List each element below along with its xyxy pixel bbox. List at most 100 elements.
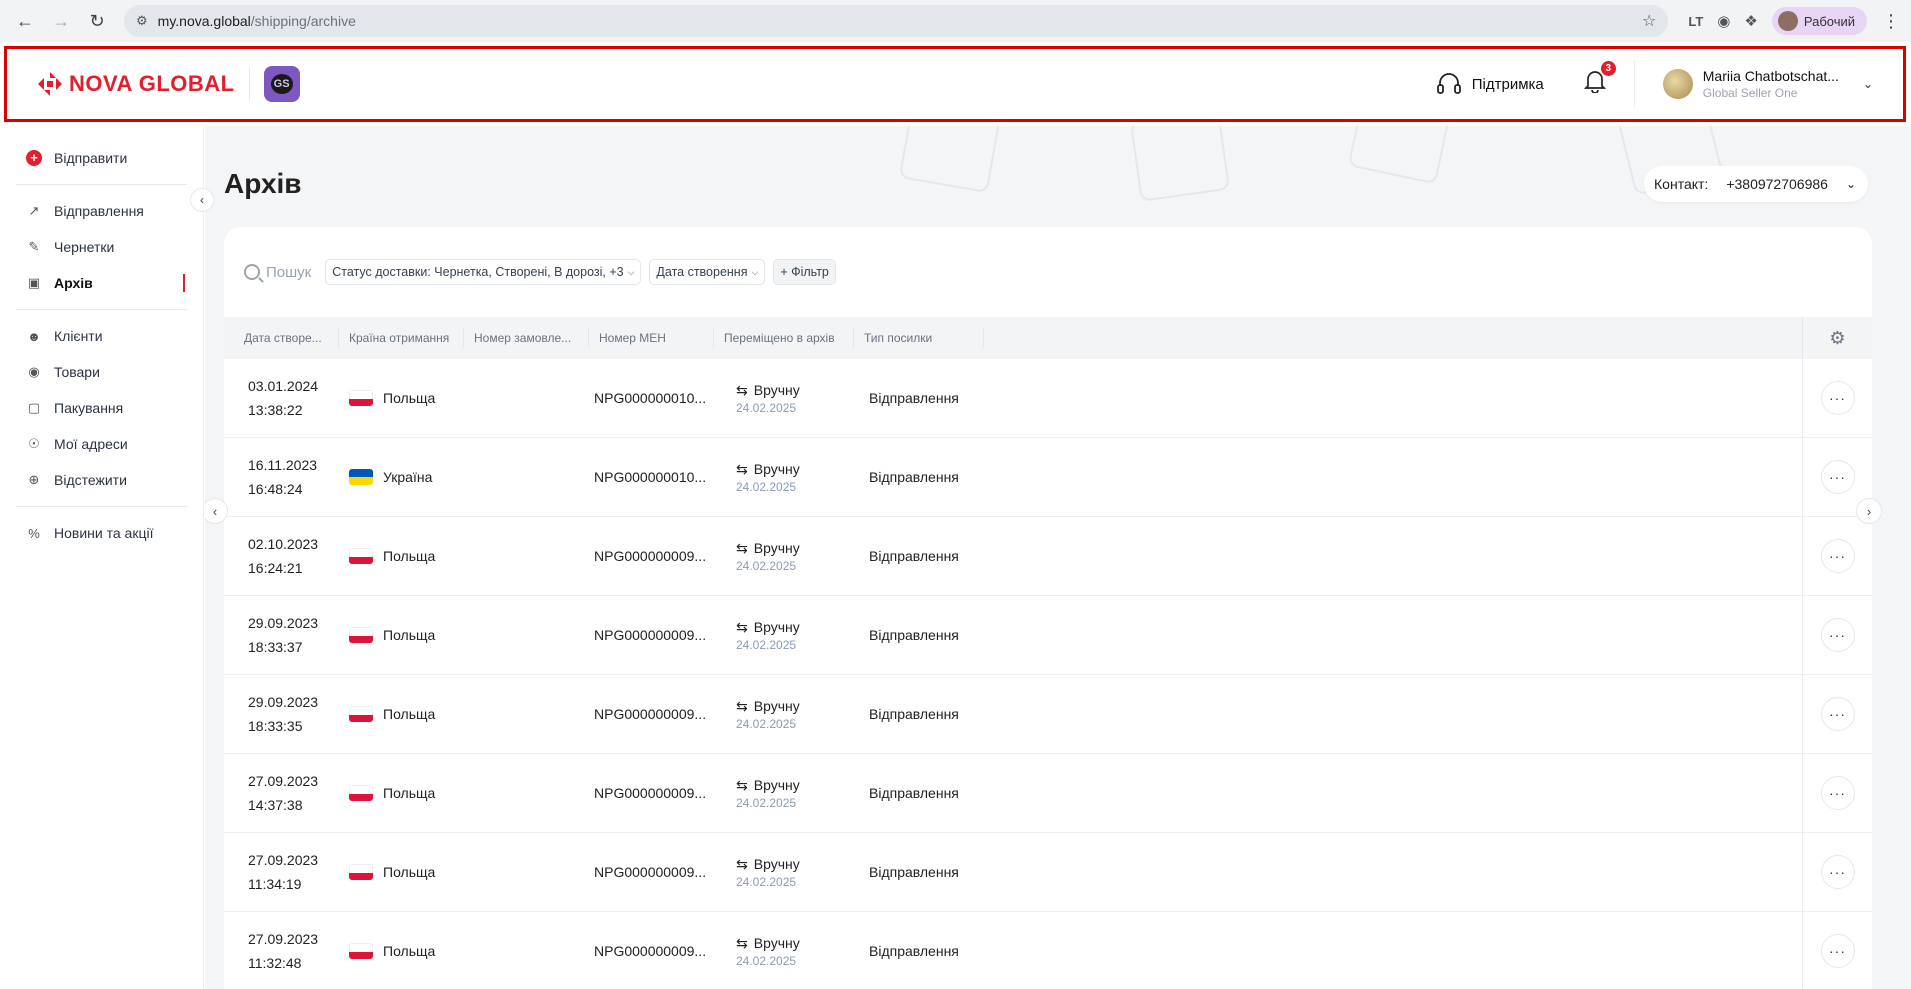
table-row[interactable]: 02.10.2023 16:24:21 Польща NPG000000009... ⇆…	[224, 517, 1872, 596]
sidebar-item-drafts[interactable]: ✎ Чернетки	[0, 229, 203, 265]
user-menu[interactable]: Mariia Chatbotschat... Global Seller One…	[1662, 68, 1873, 100]
browser-menu-icon[interactable]: ⋮	[1881, 11, 1901, 32]
search-placeholder: Пошук	[266, 263, 312, 281]
cell-country: Польща	[339, 943, 594, 959]
site-info-icon[interactable]: ⚙	[136, 13, 148, 29]
box-icon: ▢	[27, 400, 41, 415]
scroll-right-button[interactable]: ›	[1856, 498, 1882, 524]
gs-badge[interactable]: GS	[263, 66, 300, 102]
sidebar-item-shipments[interactable]: ↗ Відправлення	[0, 193, 203, 229]
add-filter-button[interactable]: + Фільтр	[773, 259, 836, 285]
cell-meh-number[interactable]: NPG000000009...	[594, 785, 729, 801]
created-date: 16.11.2023	[248, 457, 318, 473]
cell-meh-number[interactable]: NPG000000009...	[594, 943, 729, 959]
search-input[interactable]: Пошук	[244, 264, 311, 281]
cell-country: Польща	[339, 548, 594, 564]
row-actions-button[interactable]: ···	[1820, 539, 1855, 573]
chevron-down-icon[interactable]: ⌄	[1863, 77, 1873, 91]
sidebar-item-label: Відправити	[54, 150, 128, 166]
country-name: Польща	[383, 390, 436, 406]
background-decoration	[1129, 126, 1231, 202]
country-name: Польща	[383, 548, 436, 564]
sidebar-item-products[interactable]: ◉ Товари	[0, 354, 203, 390]
contact-selector[interactable]: Контакт: +380972706986 ⌄	[1644, 166, 1868, 202]
table-row[interactable]: 29.09.2023 18:33:37 Польща NPG000000009... ⇆…	[224, 596, 1872, 675]
column-header-country[interactable]: Країна отримання	[339, 328, 464, 348]
column-header-meh-number[interactable]: Номер МЕН	[589, 328, 714, 348]
swap-arrows-icon: ⇆	[736, 697, 748, 714]
cell-meh-number[interactable]: NPG000000010...	[594, 390, 729, 406]
address-bar[interactable]: ⚙ my.nova.global/shipping/archive ☆	[124, 5, 1669, 37]
back-icon[interactable]: ←	[10, 6, 40, 36]
sidebar-item-track[interactable]: ⊕ Відстежити	[0, 462, 203, 498]
url-host: my.nova.global	[157, 13, 251, 29]
cell-meh-number[interactable]: NPG000000009...	[594, 548, 729, 564]
camera-icon[interactable]: ◉	[1717, 12, 1730, 30]
profile-button[interactable]: Рабочий	[1771, 7, 1867, 35]
created-time: 11:34:19	[248, 876, 302, 892]
row-actions-button[interactable]: ···	[1820, 460, 1855, 494]
cell-parcel-type: Відправлення	[869, 469, 959, 485]
row-actions-button[interactable]: ···	[1820, 618, 1855, 652]
swap-arrows-icon: ⇆	[736, 934, 748, 951]
cell-meh-number[interactable]: NPG000000009...	[594, 627, 729, 643]
cell-country: Польща	[339, 864, 594, 880]
column-header-order-number[interactable]: Номер замовле...	[464, 328, 589, 348]
created-time: 11:32:48	[248, 955, 302, 971]
column-header-created[interactable]: Дата створе...	[224, 328, 339, 348]
row-actions-button[interactable]: ···	[1820, 776, 1855, 810]
table-row[interactable]: 27.09.2023 11:32:48 Польща NPG000000009... ⇆…	[224, 912, 1872, 989]
users-icon: ☻	[27, 328, 41, 344]
headset-icon	[1436, 73, 1461, 94]
column-header-moved-to-archive[interactable]: Переміщено в архів	[714, 328, 854, 348]
bookmark-star-icon[interactable]: ☆	[1642, 11, 1656, 31]
column-header-parcel-type[interactable]: Тип посилки	[854, 328, 984, 348]
status-filter-chip[interactable]: Статус доставки: Чернетка, Створені, В д…	[325, 259, 642, 285]
table-row[interactable]: 27.09.2023 11:34:19 Польща NPG000000009... ⇆…	[224, 833, 1872, 912]
notifications-button[interactable]: 3	[1583, 61, 1616, 99]
cell-parcel-type: Відправлення	[869, 548, 959, 564]
created-date: 29.09.2023	[248, 694, 319, 710]
row-actions-button[interactable]: ···	[1820, 697, 1855, 731]
arrow-up-right-icon: ↗	[28, 203, 40, 218]
cell-meh-number[interactable]: NPG000000009...	[594, 706, 729, 722]
extension-lt-icon[interactable]: LT	[1688, 14, 1703, 29]
sidebar-item-clients[interactable]: ☻ Клієнти	[0, 318, 203, 354]
cell-created: 27.09.2023 14:37:38	[224, 769, 339, 817]
swap-arrows-icon: ⇆	[736, 539, 748, 556]
sidebar-item-archive[interactable]: ▣ Архів	[0, 265, 203, 301]
sidebar-item-send[interactable]: + Відправити	[0, 140, 203, 176]
collapse-sidebar-button[interactable]: ‹	[190, 188, 214, 212]
row-actions-cell: ···	[1802, 517, 1872, 595]
row-actions-cell: ···	[1802, 675, 1872, 753]
sidebar-item-addresses[interactable]: ☉ Мої адреси	[0, 426, 203, 462]
cell-meh-number[interactable]: NPG000000009...	[594, 864, 729, 880]
cell-country: Польща	[339, 706, 594, 722]
chevron-down-icon: ⌵	[627, 266, 635, 277]
row-actions-cell: ···	[1802, 912, 1872, 989]
table-row[interactable]: 29.09.2023 18:33:35 Польща NPG000000009... ⇆…	[224, 675, 1872, 754]
sidebar-item-news[interactable]: % Новини та акції	[0, 515, 203, 551]
cell-created: 29.09.2023 18:33:37	[224, 611, 339, 659]
forward-icon[interactable]: →	[46, 6, 76, 36]
percent-icon: %	[28, 525, 40, 541]
table-row[interactable]: 03.01.2024 13:38:22 Польща NPG000000010... ⇆…	[224, 359, 1872, 438]
tag-icon: ◉	[28, 364, 40, 379]
table-row[interactable]: 27.09.2023 14:37:38 Польща NPG000000009... ⇆…	[224, 754, 1872, 833]
sidebar-item-packaging[interactable]: ▢ Пакування	[0, 390, 203, 426]
row-actions-button[interactable]: ···	[1820, 855, 1855, 889]
support-button[interactable]: Підтримка	[1436, 72, 1544, 96]
sidebar: + Відправити ↗ Відправлення ✎ Чернетки ▣…	[0, 126, 204, 989]
cell-meh-number[interactable]: NPG000000010...	[594, 469, 729, 485]
extensions-puzzle-icon[interactable]: ❖	[1744, 12, 1757, 30]
table-row[interactable]: 16.11.2023 16:48:24 Україна NPG000000010...…	[224, 438, 1872, 517]
nova-global-logo[interactable]: NOVA GLOBAL	[37, 71, 235, 97]
row-actions-button[interactable]: ···	[1820, 381, 1855, 415]
date-filter-chip[interactable]: Дата створення ⌵	[649, 259, 766, 285]
reload-icon[interactable]: ↻	[82, 6, 112, 36]
table-settings-button[interactable]: ⚙	[1802, 317, 1872, 359]
row-actions-button[interactable]: ···	[1820, 934, 1855, 968]
sidebar-divider	[16, 506, 187, 507]
add-filter-label: + Фільтр	[780, 265, 829, 279]
created-date: 03.01.2024	[248, 378, 319, 394]
